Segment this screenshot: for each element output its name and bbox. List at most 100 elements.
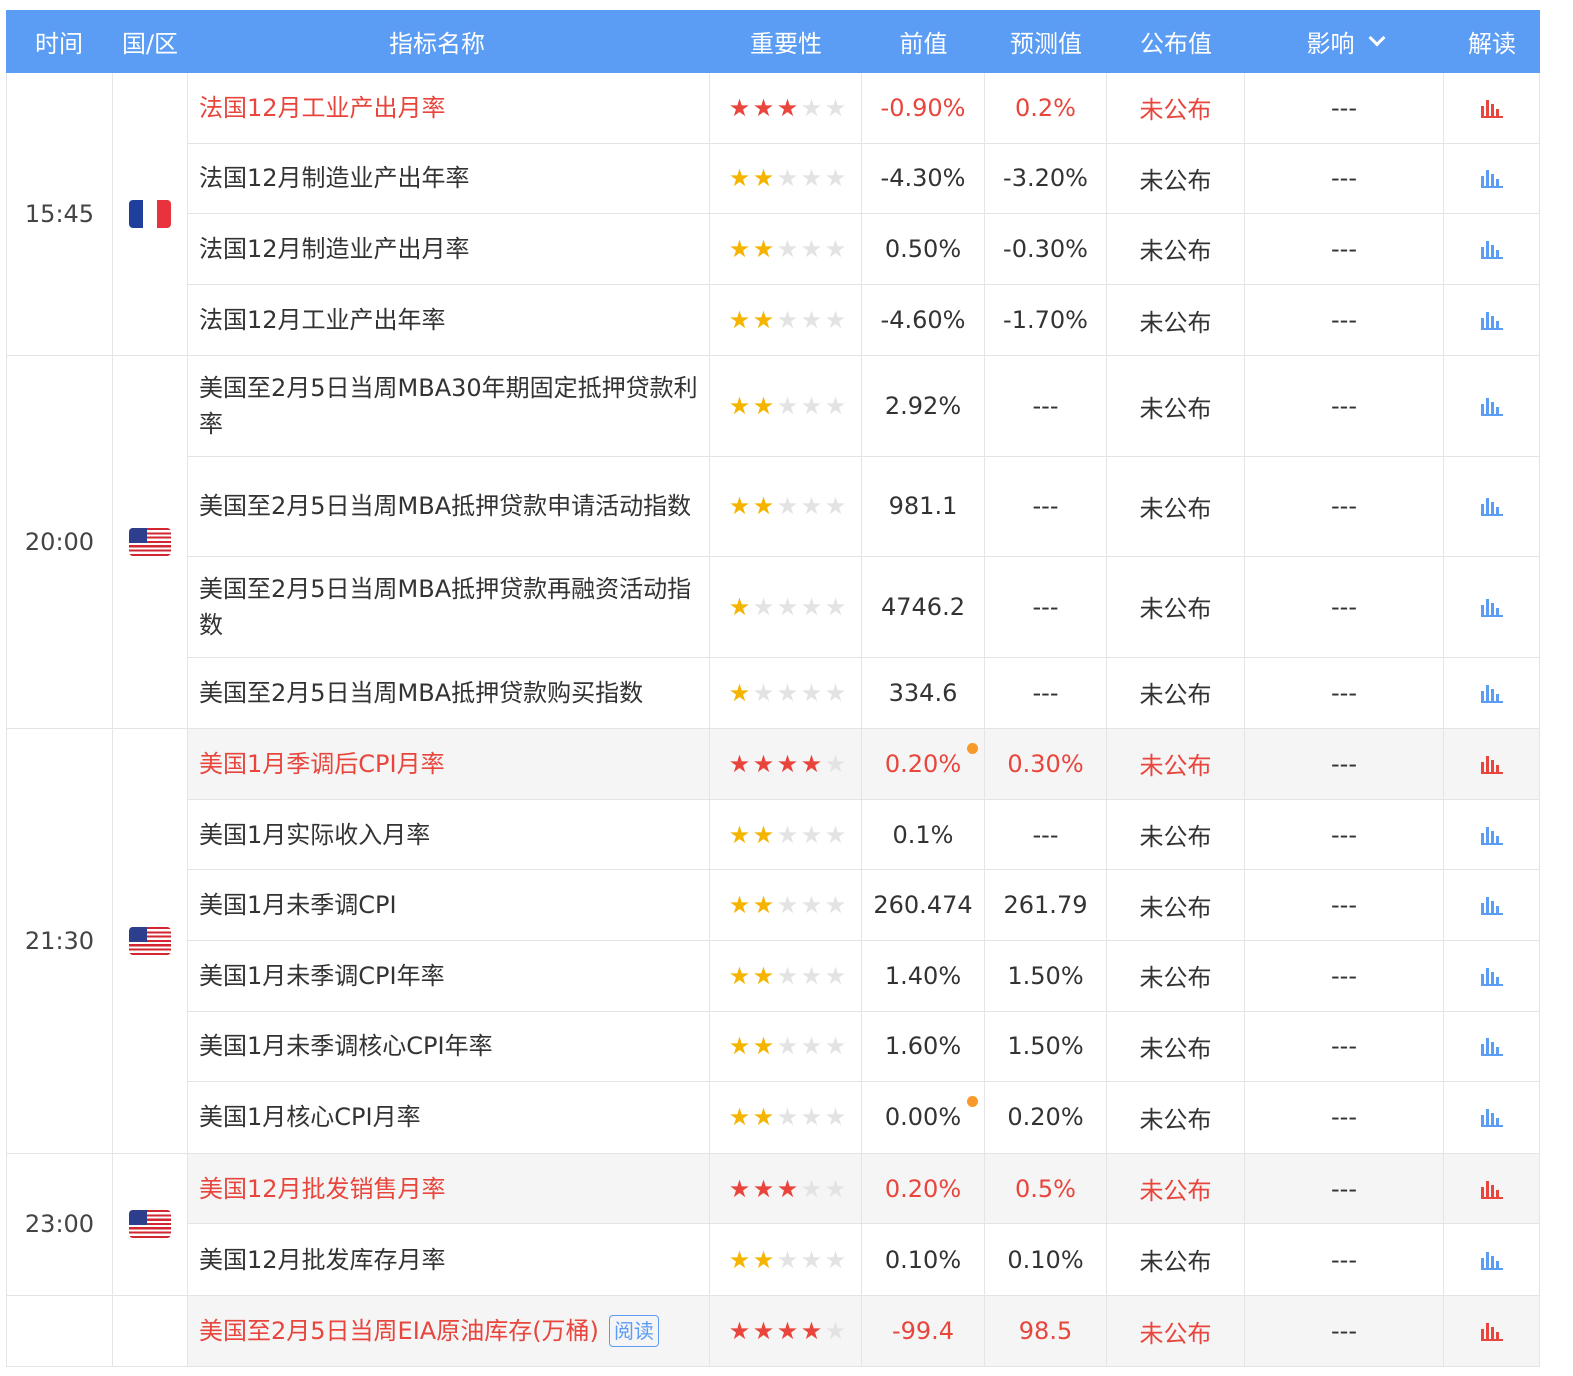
bar-chart-icon[interactable] <box>1480 1036 1503 1057</box>
bar-chart-icon[interactable] <box>1480 239 1503 259</box>
interpret-cell <box>1444 940 1540 1011</box>
table-row[interactable]: 美国12月批发销售月率 ★ ★ ★ ★ ★ 0.20% 0.5% 未公布 --- <box>188 1153 1540 1225</box>
bar-chart-icon[interactable] <box>1480 1250 1503 1270</box>
table-row[interactable]: 法国12月制造业产出年率 ★ ★ ★ ★ ★ -4.30% -3.20% 未公布 --- <box>188 143 1540 215</box>
star-filled-icon: ★ <box>752 891 775 920</box>
table-row[interactable]: 美国至2月5日当周MBA抵押贷款申请活动指数 ★ ★ ★ ★ ★ 981.1 --- 未公布 --… <box>188 456 1540 558</box>
indicator-name[interactable]: 美国至2月5日当周MBA抵押贷款再融资活动指数 <box>199 571 699 643</box>
impact-value-cell: --- <box>1245 214 1444 284</box>
star-filled-icon: ★ <box>776 1174 799 1203</box>
bar-chart-icon[interactable] <box>1480 496 1503 517</box>
table-row[interactable]: 美国至2月5日当周EIA原油库存(万桶) 阅读 ★ ★ ★ ★ ★ -99.4 98.5 未公布 -… <box>188 1295 1540 1367</box>
impact-value: --- <box>1331 1245 1357 1274</box>
table-row[interactable]: 美国至2月5日当周MBA30年期固定抵押贷款利率 ★ ★ ★ ★ ★ 2.92% --- 未公布… <box>188 356 1540 457</box>
forecast-value-cell: 0.30% <box>985 729 1107 799</box>
forecast-value: 0.2% <box>1015 93 1076 122</box>
indicator-name[interactable]: 美国至2月5日当周MBA30年期固定抵押贷款利率 <box>199 370 699 442</box>
bar-chart-icon[interactable] <box>1480 597 1503 617</box>
star-empty-icon: ★ <box>824 749 847 778</box>
published-value: 未公布 <box>1139 96 1212 125</box>
bar-chart-icon[interactable] <box>1480 98 1503 118</box>
indicator-name-cell: 法国12月工业产出月率 <box>188 73 710 143</box>
indicator-name[interactable]: 美国至2月5日当周MBA抵押贷款申请活动指数 <box>199 488 691 524</box>
star-empty-icon: ★ <box>824 1174 847 1203</box>
interpret-cell <box>1444 870 1540 940</box>
star-empty-icon: ★ <box>824 234 847 263</box>
importance-stars: ★ ★ ★ ★ ★ <box>724 394 848 418</box>
country-cell <box>112 1295 188 1367</box>
forecast-value-cell: --- <box>985 557 1107 657</box>
table-row[interactable]: 法国12月制造业产出月率 ★ ★ ★ ★ ★ 0.50% -0.30% 未公布 --- <box>188 214 1540 285</box>
forecast-value-cell: 0.5% <box>985 1153 1107 1224</box>
table-row[interactable]: 法国12月工业产出年率 ★ ★ ★ ★ ★ -4.60% -1.70% 未公布 --- <box>188 284 1540 356</box>
read-tag-button[interactable]: 阅读 <box>608 1315 659 1348</box>
indicator-name-cell: 美国至2月5日当周EIA原油库存(万桶) 阅读 <box>188 1295 710 1367</box>
forecast-value-cell: -3.20% <box>985 143 1107 214</box>
bar-chart-icon[interactable] <box>1480 1107 1503 1128</box>
table-row[interactable]: 美国1月未季调CPI年率 ★ ★ ★ ★ ★ 1.40% 1.50% 未公布 --- <box>188 940 1540 1012</box>
indicator-name[interactable]: 美国12月批发库存月率 <box>199 1242 446 1278</box>
indicator-name[interactable]: 美国1月季调后CPI月率 <box>199 746 445 782</box>
bar-chart-icon[interactable] <box>1480 1179 1503 1199</box>
star-empty-icon: ★ <box>752 678 775 707</box>
indicator-name[interactable]: 美国至2月5日当周MBA抵押贷款购买指数 <box>199 675 643 711</box>
table-row[interactable]: 美国1月未季调CPI ★ ★ ★ ★ ★ 260.474 261.79 未公布 --- <box>188 870 1540 941</box>
bar-chart-icon[interactable] <box>1480 168 1503 189</box>
indicator-name[interactable]: 美国1月实际收入月率 <box>199 817 430 853</box>
indicator-name[interactable]: 美国1月未季调CPI <box>199 887 397 923</box>
indicator-name[interactable]: 法国12月工业产出月率 <box>199 90 446 126</box>
table-row[interactable]: 美国12月批发库存月率 ★ ★ ★ ★ ★ 0.10% 0.10% 未公布 --- <box>188 1224 1540 1295</box>
indicator-name[interactable]: 美国1月核心CPI月率 <box>199 1099 421 1135</box>
bar-chart-icon[interactable] <box>1480 754 1503 774</box>
star-empty-icon: ★ <box>800 234 823 263</box>
star-empty-icon: ★ <box>824 592 847 621</box>
indicator-name[interactable]: 法国12月制造业产出年率 <box>199 160 470 196</box>
previous-value: -4.60% <box>880 306 966 335</box>
indicator-name[interactable]: 法国12月工业产出年率 <box>199 302 446 338</box>
impact-value: --- <box>1331 1103 1357 1132</box>
importance-cell: ★ ★ ★ ★ ★ <box>710 214 862 284</box>
table-row[interactable]: 美国1月未季调核心CPI年率 ★ ★ ★ ★ ★ 1.60% 1.50% 未公布 --- <box>188 1011 1540 1083</box>
bar-chart-icon[interactable] <box>1480 396 1503 417</box>
forecast-value: 1.50% <box>1007 1032 1084 1061</box>
indicator-name[interactable]: 美国至2月5日当周EIA原油库存(万桶) <box>199 1313 599 1349</box>
country-cell <box>112 1153 188 1295</box>
bar-chart-icon[interactable] <box>1480 310 1503 331</box>
importance-cell: ★ ★ ★ ★ ★ <box>710 729 862 799</box>
previous-value-cell: 0.20% <box>862 1153 985 1224</box>
table-row[interactable]: 美国1月季调后CPI月率 ★ ★ ★ ★ ★ 0.20% 0.30% 未公布 --- <box>188 729 1540 800</box>
table-row[interactable]: 美国至2月5日当周MBA抵押贷款再融资活动指数 ★ ★ ★ ★ ★ 4746.2 --- 未公布… <box>188 557 1540 658</box>
previous-value-cell: 4746.2 <box>862 557 985 657</box>
star-empty-icon: ★ <box>776 961 799 990</box>
published-value-cell: 未公布 <box>1107 729 1245 799</box>
previous-value-cell: 0.10% <box>862 1224 985 1295</box>
star-filled-icon: ★ <box>728 1032 751 1061</box>
table-row[interactable]: 美国至2月5日当周MBA抵押贷款购买指数 ★ ★ ★ ★ ★ 334.6 --- 未公布 --- <box>188 657 1540 729</box>
interpret-cell <box>1444 1082 1540 1153</box>
impact-value: --- <box>1331 678 1357 707</box>
forecast-value: -3.20% <box>1003 164 1088 193</box>
indicator-name[interactable]: 美国12月批发销售月率 <box>199 1171 446 1207</box>
indicator-name[interactable]: 美国1月未季调核心CPI年率 <box>199 1028 493 1064</box>
importance-cell: ★ ★ ★ ★ ★ <box>710 356 862 456</box>
previous-value: -0.90% <box>880 93 966 122</box>
indicator-name[interactable]: 美国1月未季调CPI年率 <box>199 958 445 994</box>
indicator-name[interactable]: 法国12月制造业产出月率 <box>199 231 470 267</box>
star-empty-icon: ★ <box>800 1032 823 1061</box>
bar-chart-icon[interactable] <box>1480 683 1503 703</box>
bar-chart-icon[interactable] <box>1480 825 1503 845</box>
star-empty-icon: ★ <box>776 1032 799 1061</box>
table-row[interactable]: 美国1月实际收入月率 ★ ★ ★ ★ ★ 0.1% --- 未公布 --- <box>188 799 1540 871</box>
bar-chart-icon[interactable] <box>1480 966 1503 986</box>
star-filled-icon: ★ <box>728 164 751 193</box>
star-filled-icon: ★ <box>728 961 751 990</box>
table-row[interactable]: 美国1月核心CPI月率 ★ ★ ★ ★ ★ 0.00% 0.20% 未公布 --- <box>188 1082 1540 1153</box>
importance-cell: ★ ★ ★ ★ ★ <box>710 799 862 870</box>
country-cell <box>112 729 188 1153</box>
impact-filter-dropdown[interactable]: 影响 <box>1245 10 1444 73</box>
table-body: 15:45 法国12月工业产出月率 ★ ★ ★ ★ ★ -0.90% 0.2% 未公布 --- 法国1… <box>6 73 1540 1368</box>
table-row[interactable]: 法国12月工业产出月率 ★ ★ ★ ★ ★ -0.90% 0.2% 未公布 --- <box>188 73 1540 144</box>
bar-chart-icon[interactable] <box>1480 895 1503 916</box>
bar-chart-icon[interactable] <box>1480 1321 1503 1342</box>
interpret-cell <box>1444 356 1540 456</box>
